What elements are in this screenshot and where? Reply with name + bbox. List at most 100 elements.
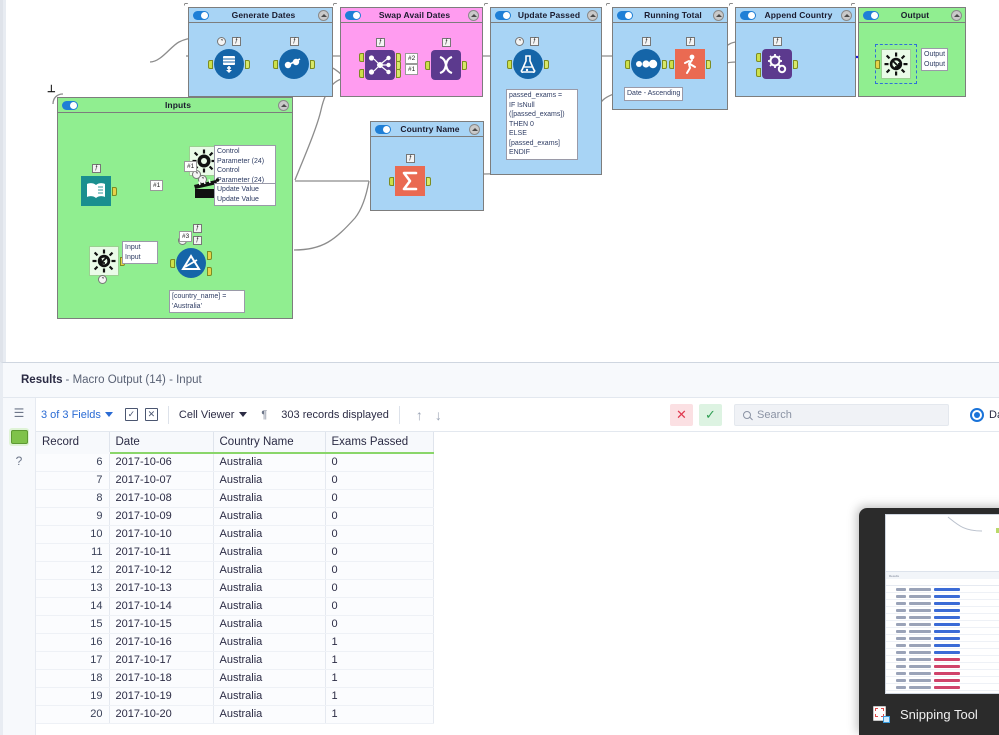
cell-country-name[interactable]: Australia <box>213 633 326 652</box>
cell-date[interactable]: 2017-10-06 <box>109 453 214 472</box>
confirm-button[interactable]: ✓ <box>699 403 722 426</box>
container-toggle[interactable] <box>617 10 633 20</box>
container-toggle[interactable] <box>863 10 879 20</box>
output-anchor-false[interactable] <box>207 267 212 276</box>
cell-date[interactable]: 2017-10-10 <box>109 525 214 544</box>
tool-text-input[interactable]: ƒ <box>81 164 117 206</box>
cell-date[interactable]: 2017-10-17 <box>109 651 214 670</box>
container-toggle[interactable] <box>495 10 511 20</box>
output-anchor[interactable] <box>662 60 667 69</box>
tool-append-fields[interactable]: ƒ <box>756 37 798 79</box>
table-row[interactable]: 7 2017-10-07 Australia 0 <box>36 471 434 490</box>
table-row[interactable]: 12 2017-10-12 Australia 0 <box>36 561 434 580</box>
cell-country-name[interactable]: Australia <box>213 453 326 472</box>
cell-date[interactable]: 2017-10-15 <box>109 615 214 634</box>
cell-exams-passed[interactable]: 0 <box>325 525 434 544</box>
cell-record[interactable]: 7 <box>36 471 110 490</box>
input-anchor[interactable] <box>273 60 278 69</box>
fields-dropdown[interactable]: 3 of 3 Fields <box>41 409 113 421</box>
cell-exams-passed[interactable]: 1 <box>325 651 434 670</box>
collapse-icon[interactable] <box>951 9 962 21</box>
tool-generate-rows[interactable]: ◔ ƒ <box>208 37 250 79</box>
output-anchor[interactable] <box>112 187 117 196</box>
collapse-icon[interactable] <box>278 99 289 111</box>
cell-record[interactable]: 11 <box>36 543 110 562</box>
table-row[interactable]: 6 2017-10-06 Australia 0 <box>36 453 434 472</box>
pilcrow-icon[interactable]: ¶ <box>261 409 267 421</box>
input-anchor[interactable] <box>875 60 880 69</box>
cell-record[interactable]: 19 <box>36 687 110 706</box>
cell-country-name[interactable]: Australia <box>213 489 326 508</box>
collapse-icon[interactable] <box>318 9 329 21</box>
help-icon[interactable]: ? <box>9 452 29 470</box>
cell-country-name[interactable]: Australia <box>213 543 326 562</box>
input-anchor[interactable] <box>625 60 630 69</box>
cell-record[interactable]: 16 <box>36 633 110 652</box>
results-panel[interactable]: Results - Macro Output (14) - Input 3 of… <box>0 362 999 735</box>
table-row[interactable]: 9 2017-10-09 Australia 0 <box>36 507 434 526</box>
tool-macro-input[interactable]: ◔ <box>89 246 125 284</box>
cell-country-name[interactable]: Australia <box>213 561 326 580</box>
search-input[interactable]: Search <box>734 403 949 426</box>
container-toggle[interactable] <box>375 124 391 134</box>
output-anchor[interactable] <box>245 60 250 69</box>
cell-exams-passed[interactable]: 1 <box>325 687 434 706</box>
cell-exams-passed[interactable]: 1 <box>325 705 434 724</box>
table-row[interactable]: 10 2017-10-10 Australia 0 <box>36 525 434 544</box>
table-row[interactable]: 15 2017-10-15 Australia 0 <box>36 615 434 634</box>
cell-country-name[interactable]: Australia <box>213 597 326 616</box>
output-anchor[interactable] <box>462 61 467 70</box>
cell-exams-passed[interactable]: 0 <box>325 471 434 490</box>
output-anchor-true[interactable] <box>207 251 212 260</box>
input-anchor[interactable] <box>669 60 674 69</box>
cell-record[interactable]: 8 <box>36 489 110 508</box>
input-anchor[interactable] <box>389 177 394 186</box>
results-toolbar[interactable]: 3 of 3 Fields ✓ ✕ Cell Viewer ¶ 303 reco… <box>3 398 999 432</box>
cell-country-name[interactable]: Australia <box>213 705 326 724</box>
container-running-total[interactable]: Running Total ƒ Date - Ascending ƒ <box>612 7 728 110</box>
cell-record[interactable]: 10 <box>36 525 110 544</box>
container-swap-avail-dates[interactable]: Swap Avail Dates ƒ #2 #1 ƒ <box>340 7 483 97</box>
cell-record[interactable]: 12 <box>36 561 110 580</box>
cell-country-name[interactable]: Australia <box>213 471 326 490</box>
container-toggle[interactable] <box>193 10 209 20</box>
table-row[interactable]: 17 2017-10-17 Australia 1 <box>36 651 434 670</box>
cell-country-name[interactable]: Australia <box>213 651 326 670</box>
data-chip-icon[interactable] <box>9 428 29 446</box>
cell-exams-passed[interactable]: 1 <box>325 633 434 652</box>
input-anchor-left[interactable] <box>359 53 364 62</box>
column-header-record[interactable]: Record <box>36 432 110 454</box>
cell-exams-passed[interactable]: 0 <box>325 453 434 472</box>
cell-exams-passed[interactable]: 0 <box>325 579 434 598</box>
input-anchor[interactable] <box>170 259 175 268</box>
cell-exams-passed[interactable]: 0 <box>325 507 434 526</box>
output-anchor[interactable] <box>793 60 798 69</box>
cell-date[interactable]: 2017-10-19 <box>109 687 214 706</box>
cell-record[interactable]: 17 <box>36 651 110 670</box>
collapse-icon[interactable] <box>468 9 479 21</box>
table-row[interactable]: 19 2017-10-19 Australia 1 <box>36 687 434 706</box>
input-anchor[interactable] <box>208 60 213 69</box>
cell-record[interactable]: 13 <box>36 579 110 598</box>
cell-country-name[interactable]: Australia <box>213 669 326 688</box>
collapse-icon[interactable] <box>469 123 480 135</box>
input-anchor-source[interactable] <box>756 68 761 77</box>
tool-macro-output[interactable] <box>875 49 911 79</box>
cell-viewer-dropdown[interactable]: Cell Viewer <box>179 409 248 421</box>
cell-date[interactable]: 2017-10-09 <box>109 507 214 526</box>
output-anchor[interactable] <box>544 60 549 69</box>
cell-exams-passed[interactable]: 0 <box>325 543 434 562</box>
table-row[interactable]: 8 2017-10-08 Australia 0 <box>36 489 434 508</box>
cancel-button[interactable]: ✕ <box>670 403 693 426</box>
table-row[interactable]: 13 2017-10-13 Australia 0 <box>36 579 434 598</box>
output-anchor-r[interactable] <box>396 69 401 78</box>
cell-date[interactable]: 2017-10-07 <box>109 471 214 490</box>
cell-country-name[interactable]: Australia <box>213 507 326 526</box>
cell-record[interactable]: 18 <box>36 669 110 688</box>
results-table[interactable]: Record Date Country Name Exams Passed 62… <box>36 432 434 724</box>
cell-date[interactable]: 2017-10-14 <box>109 597 214 616</box>
cell-date[interactable]: 2017-10-18 <box>109 669 214 688</box>
column-header-exams-passed[interactable]: Exams Passed <box>325 432 434 454</box>
select-all-fields-button[interactable]: ✓ <box>124 408 138 421</box>
collapse-icon[interactable] <box>713 9 724 21</box>
